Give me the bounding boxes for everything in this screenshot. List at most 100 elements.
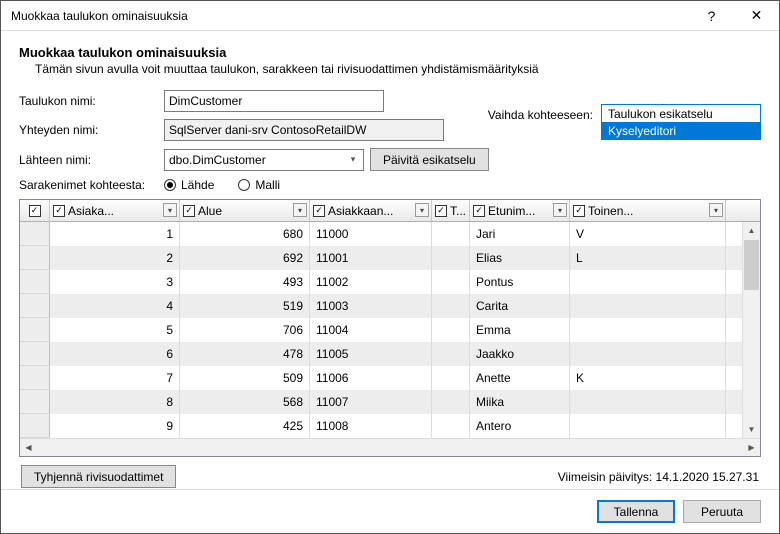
radio-source[interactable]: Lähde [164, 178, 214, 192]
scroll-up-icon[interactable]: ▲ [743, 222, 760, 239]
cell-second[interactable]: V [570, 222, 726, 246]
cell-id[interactable]: 4 [50, 294, 180, 318]
table-row[interactable]: 750911006 AnetteK [20, 366, 742, 390]
col-header-firstname[interactable]: ✓Etunim...▾ [470, 200, 570, 221]
cell-customer[interactable]: 11004 [310, 318, 432, 342]
scroll-right-icon[interactable]: ▶ [743, 439, 760, 456]
cell-second[interactable] [570, 270, 726, 294]
cancel-button[interactable]: Peruuta [683, 500, 761, 523]
cell-t[interactable] [432, 246, 470, 270]
close-button[interactable]: ✕ [734, 1, 779, 31]
scroll-down-icon[interactable]: ▼ [743, 421, 760, 438]
cell-customer[interactable]: 11002 [310, 270, 432, 294]
cell-customer[interactable]: 11007 [310, 390, 432, 414]
filter-icon[interactable]: ▾ [415, 203, 429, 217]
cell-customer[interactable]: 11006 [310, 366, 432, 390]
table-row[interactable]: 942511008 Antero [20, 414, 742, 438]
radio-model[interactable]: Malli [238, 178, 280, 192]
row-header[interactable] [20, 246, 50, 270]
row-header[interactable] [20, 390, 50, 414]
table-row[interactable]: 570611004 Emma [20, 318, 742, 342]
cell-area[interactable]: 425 [180, 414, 310, 438]
cell-firstname[interactable]: Antero [470, 414, 570, 438]
cell-second[interactable]: L [570, 246, 726, 270]
cell-area[interactable]: 692 [180, 246, 310, 270]
row-header[interactable] [20, 222, 50, 246]
row-header[interactable] [20, 342, 50, 366]
cell-t[interactable] [432, 294, 470, 318]
col-header-t[interactable]: ✓T... [432, 200, 470, 221]
cell-area[interactable]: 519 [180, 294, 310, 318]
cell-customer[interactable]: 11008 [310, 414, 432, 438]
cell-id[interactable]: 6 [50, 342, 180, 366]
filter-icon[interactable]: ▾ [293, 203, 307, 217]
cell-firstname[interactable]: Jaakko [470, 342, 570, 366]
filter-icon[interactable]: ▾ [553, 203, 567, 217]
help-button[interactable]: ? [689, 1, 734, 31]
cell-t[interactable] [432, 270, 470, 294]
row-header[interactable] [20, 366, 50, 390]
cell-firstname[interactable]: Miika [470, 390, 570, 414]
col-header-area[interactable]: ✓Alue▾ [180, 200, 310, 221]
table-row[interactable]: 451911003 Carita [20, 294, 742, 318]
row-header[interactable] [20, 294, 50, 318]
clear-row-filters-button[interactable]: Tyhjennä rivisuodattimet [21, 465, 176, 488]
cell-second[interactable] [570, 414, 726, 438]
row-header[interactable] [20, 318, 50, 342]
table-name-input[interactable]: DimCustomer [164, 90, 384, 112]
filter-icon[interactable]: ▾ [709, 203, 723, 217]
scroll-left-icon[interactable]: ◀ [20, 439, 37, 456]
source-name-select[interactable]: dbo.DimCustomer ▾ [164, 149, 364, 171]
cell-firstname[interactable]: Elias [470, 246, 570, 270]
row-header[interactable] [20, 414, 50, 438]
table-row[interactable]: 856811007 Miika [20, 390, 742, 414]
vertical-scrollbar[interactable]: ▲ ▼ [742, 222, 760, 438]
cell-id[interactable]: 2 [50, 246, 180, 270]
cell-firstname[interactable]: Anette [470, 366, 570, 390]
cell-area[interactable]: 568 [180, 390, 310, 414]
scroll-thumb[interactable] [744, 240, 759, 290]
cell-t[interactable] [432, 342, 470, 366]
cell-id[interactable]: 7 [50, 366, 180, 390]
cell-firstname[interactable]: Pontus [470, 270, 570, 294]
col-header-second[interactable]: ✓Toinen...▾ [570, 200, 726, 221]
cell-second[interactable] [570, 318, 726, 342]
cell-area[interactable]: 706 [180, 318, 310, 342]
table-row[interactable]: 647811005Jaakko [20, 342, 742, 366]
col-header-customer-num[interactable]: ✓Asiakkaan...▾ [310, 200, 432, 221]
cell-area[interactable]: 680 [180, 222, 310, 246]
cell-second[interactable] [570, 390, 726, 414]
cell-t[interactable] [432, 390, 470, 414]
cell-id[interactable]: 8 [50, 390, 180, 414]
cell-id[interactable]: 9 [50, 414, 180, 438]
cell-customer[interactable]: 11001 [310, 246, 432, 270]
horizontal-scrollbar[interactable]: ◀ ▶ [20, 438, 760, 456]
cell-area[interactable]: 493 [180, 270, 310, 294]
table-row[interactable]: 349311002Pontus [20, 270, 742, 294]
cell-t[interactable] [432, 222, 470, 246]
cell-t[interactable] [432, 414, 470, 438]
table-row[interactable]: 269211001 EliasL [20, 246, 742, 270]
cell-customer[interactable]: 11003 [310, 294, 432, 318]
cell-area[interactable]: 509 [180, 366, 310, 390]
save-button[interactable]: Tallenna [597, 500, 675, 523]
row-header[interactable] [20, 270, 50, 294]
cell-t[interactable] [432, 318, 470, 342]
select-all-header[interactable]: ✓ [20, 200, 50, 221]
cell-id[interactable]: 1 [50, 222, 180, 246]
table-row[interactable]: 168011000 JariV [20, 222, 742, 246]
cell-second[interactable]: K [570, 366, 726, 390]
cell-firstname[interactable]: Jari [470, 222, 570, 246]
cell-id[interactable]: 5 [50, 318, 180, 342]
cell-customer[interactable]: 11000 [310, 222, 432, 246]
switch-option-query-editor[interactable]: Kyselyeditori [602, 122, 760, 139]
cell-area[interactable]: 478 [180, 342, 310, 366]
cell-second[interactable] [570, 294, 726, 318]
switch-option-preview[interactable]: Taulukon esikatselu [602, 105, 760, 122]
refresh-preview-button[interactable]: Päivitä esikatselu [370, 148, 489, 171]
cell-firstname[interactable]: Emma [470, 318, 570, 342]
cell-t[interactable] [432, 366, 470, 390]
switch-to-select[interactable]: Taulukon esikatselu Kyselyeditori [601, 104, 761, 140]
cell-firstname[interactable]: Carita [470, 294, 570, 318]
cell-second[interactable] [570, 342, 726, 366]
